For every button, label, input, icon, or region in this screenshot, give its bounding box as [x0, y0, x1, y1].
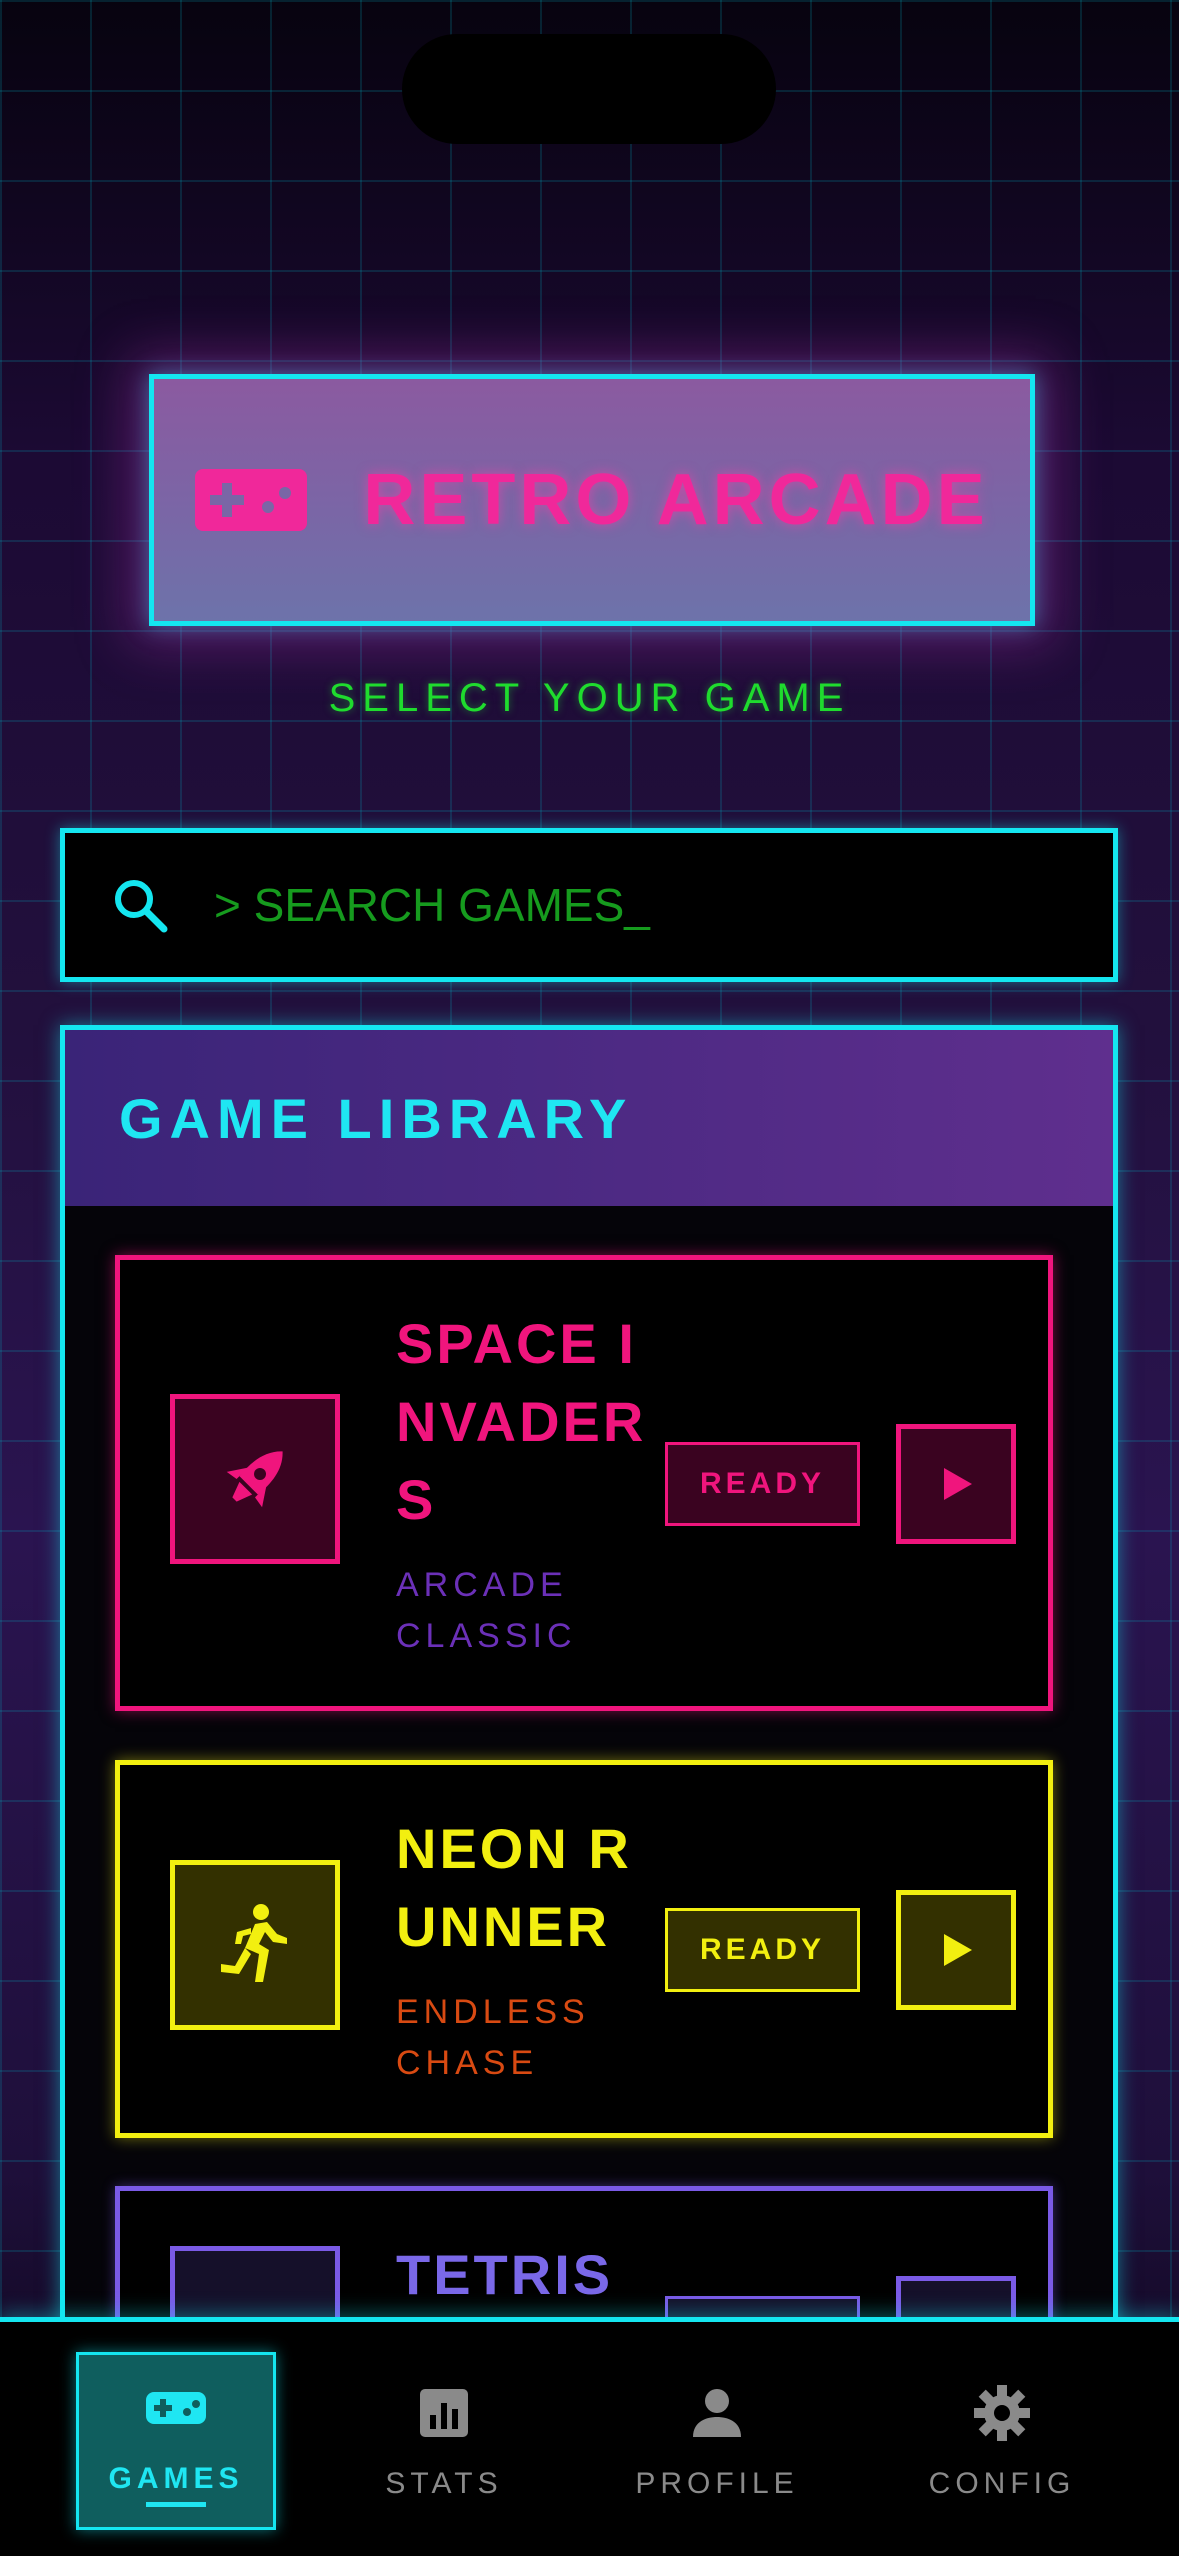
gamepad-icon [146, 2391, 206, 2424]
nav-label: STATS [385, 2467, 503, 2500]
nav-item-profile[interactable]: PROFILE [617, 2352, 817, 2530]
game-name: SPACE INVADERS [396, 1312, 647, 1531]
status-badge: READY [665, 1908, 860, 1992]
rocket-icon [226, 1451, 283, 1508]
play-button[interactable] [896, 1890, 1016, 2010]
gear-icon [974, 2385, 1030, 2441]
camera-notch [402, 34, 776, 144]
game-library: GAME LIBRARY SPACE INVADERS ARCADE CLASS… [60, 1025, 1118, 2435]
nav-item-stats[interactable]: STATS [344, 2352, 544, 2530]
game-icon-box [170, 1860, 340, 2030]
game-card-space-invaders[interactable]: SPACE INVADERS ARCADE CLASSIC READY [115, 1255, 1053, 1711]
page-subtitle: SELECT YOUR GAME [328, 676, 851, 720]
play-icon [944, 1934, 972, 1966]
nav-label: GAMES [108, 2461, 244, 2495]
search-icon [115, 880, 168, 933]
person-icon [693, 2389, 741, 2437]
library-title: GAME LIBRARY [119, 1086, 634, 1150]
nav-label: PROFILE [635, 2467, 799, 2500]
gamepad-icon [195, 469, 308, 531]
bar-chart-icon [420, 2389, 468, 2437]
game-category: ARCADE CLASSIC [396, 1566, 577, 1655]
nav-item-config[interactable]: CONFIG [902, 2352, 1102, 2530]
play-button[interactable] [896, 1424, 1016, 1544]
search-bar[interactable] [60, 828, 1118, 982]
play-icon [944, 1468, 972, 1500]
nav-label: CONFIG [928, 2467, 1076, 2500]
library-header: GAME LIBRARY [65, 1030, 1113, 1206]
search-input[interactable] [212, 877, 1016, 933]
game-category: ENDLESS CHASE [396, 1993, 590, 2082]
active-indicator [146, 2501, 206, 2507]
app-title: RETRO ARCADE [363, 460, 989, 540]
running-person-icon [221, 1904, 287, 1982]
bottom-navigation: GAMES STATS PROFILE CONFIG [0, 2317, 1179, 2556]
status-badge: READY [665, 1442, 860, 1526]
game-icon-box [170, 1394, 340, 1564]
game-name: NEON RUNNER [396, 1817, 632, 1958]
nav-item-games[interactable]: GAMES [76, 2352, 276, 2530]
game-card-neon-runner[interactable]: NEON RUNNER ENDLESS CHASE READY [115, 1760, 1053, 2138]
app-title-banner: RETRO ARCADE [149, 374, 1035, 626]
game-name: TETRIS [396, 2243, 614, 2306]
